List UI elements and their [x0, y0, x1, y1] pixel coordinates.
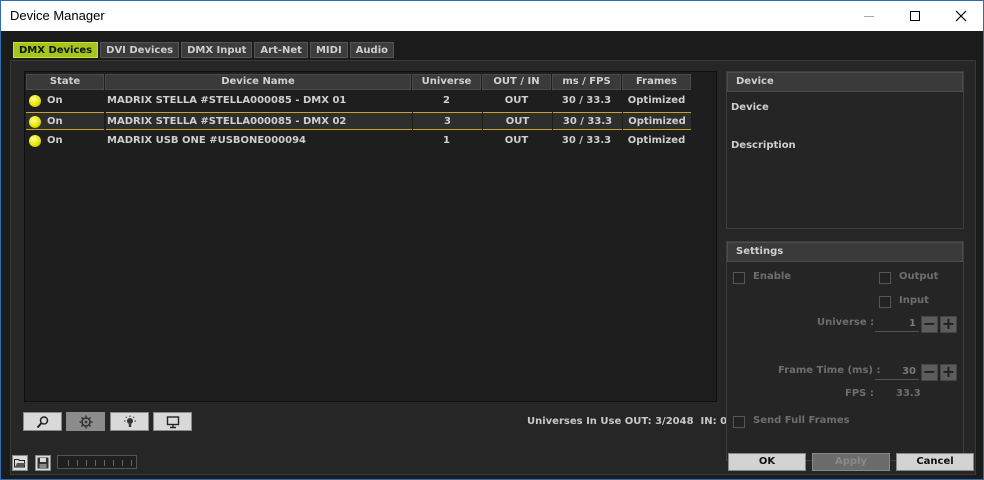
frame-time-label: Frame Time (ms) :: [778, 365, 881, 376]
header-out-in[interactable]: OUT / IN: [482, 74, 551, 90]
header-frames[interactable]: Frames: [622, 74, 691, 90]
folder-open-icon: [14, 459, 26, 468]
out-in-cell: OUT: [504, 135, 529, 146]
ms-fps-cell: 30 / 33.3: [561, 95, 612, 106]
client-area: DMX Devices DVI Devices DMX Input Art-Ne…: [1, 31, 983, 479]
universe-decrement-button[interactable]: −: [921, 316, 938, 333]
device-info-panel: Device Device Description: [726, 71, 964, 229]
device-manager-window: Device Manager DMX Devices DVI Devices D…: [0, 0, 984, 480]
status-led-icon: [29, 135, 41, 147]
table-row[interactable]: On MADRIX USB ONE #USBONE000094 1 OUT 30…: [26, 132, 691, 150]
universe-cell: 3: [413, 112, 482, 130]
minimize-icon: [864, 15, 874, 17]
search-button[interactable]: [23, 412, 62, 431]
send-full-frames-label: Send Full Frames: [753, 415, 850, 426]
output-checkbox[interactable]: [879, 272, 891, 284]
device-panel-title: Device: [727, 72, 963, 92]
slider-tick: [95, 460, 96, 466]
dmx-devices-panel: State Device Name Universe OUT / IN ms /…: [10, 60, 976, 475]
status-led-icon: [29, 95, 41, 107]
close-icon: [955, 10, 967, 22]
input-label: Input: [899, 295, 929, 306]
device-name-cell: MADRIX STELLA #STELLA000085 - DMX 02: [106, 112, 412, 130]
header-state[interactable]: State: [26, 74, 104, 90]
out-in-cell: OUT: [504, 95, 529, 106]
slider-tick: [68, 460, 69, 466]
universes-status: Universes In Use OUT: 3/2048 IN: 0: [527, 416, 728, 427]
settings-button[interactable]: [66, 412, 105, 431]
universe-label: Universe :: [817, 317, 875, 328]
gear-icon: [79, 415, 92, 428]
state-cell: On: [47, 95, 63, 106]
frames-cell: Optimized: [627, 95, 686, 106]
universe-cell: 1: [443, 135, 450, 146]
universe-increment-button[interactable]: +: [940, 316, 957, 333]
tab-midi[interactable]: MIDI: [309, 42, 348, 58]
input-checkbox[interactable]: [879, 296, 891, 308]
slider-tick: [77, 460, 78, 466]
tab-art-net[interactable]: Art-Net: [254, 42, 308, 58]
maximize-button[interactable]: [892, 1, 938, 31]
enable-label: Enable: [753, 271, 792, 282]
search-icon: [36, 415, 48, 428]
frames-cell: Optimized: [623, 112, 691, 130]
table-row[interactable]: On MADRIX STELLA #STELLA000085 - DMX 01 …: [26, 92, 691, 110]
title-bar: Device Manager: [1, 1, 983, 31]
window-title: Device Manager: [10, 8, 105, 23]
tab-audio[interactable]: Audio: [349, 42, 394, 58]
save-icon: [37, 457, 49, 469]
lightbulb-icon: [123, 415, 136, 427]
ms-fps-cell: 30 / 33.3: [561, 135, 612, 146]
device-name-cell: MADRIX STELLA #STELLA000085 - DMX 01: [107, 95, 347, 106]
open-button[interactable]: [12, 455, 28, 471]
close-button[interactable]: [938, 1, 984, 31]
save-button[interactable]: [35, 455, 51, 471]
slider-tick: [86, 460, 87, 466]
fps-value: 33.3: [896, 388, 921, 399]
cancel-button[interactable]: Cancel: [896, 453, 974, 471]
maximize-icon: [910, 11, 920, 21]
tab-bar: DMX Devices DVI Devices DMX Input Art-Ne…: [13, 42, 394, 58]
table-row-selected[interactable]: On MADRIX STELLA #STELLA000085 - DMX 02 …: [26, 112, 691, 130]
frame-time-input[interactable]: 30: [875, 364, 919, 380]
device-label: Device: [731, 102, 769, 113]
description-label: Description: [731, 140, 796, 151]
settings-panel-title: Settings: [727, 242, 963, 262]
ok-button[interactable]: OK: [728, 453, 806, 471]
out-in-cell: OUT: [483, 112, 552, 130]
slider-tick: [113, 460, 114, 466]
ms-fps-cell: 30 / 33.3: [553, 112, 622, 130]
universe-cell: 2: [443, 95, 450, 106]
device-name-cell: MADRIX USB ONE #USBONE000094: [107, 135, 306, 146]
identify-button[interactable]: [110, 412, 149, 431]
slider-tick: [104, 460, 105, 466]
settings-panel: Settings Enable Output Input Universe : …: [726, 241, 964, 461]
fps-label: FPS :: [845, 388, 874, 399]
status-led-icon: [29, 116, 41, 128]
monitor-icon: [166, 415, 179, 428]
slider-tick: [122, 460, 123, 466]
tab-dvi-devices[interactable]: DVI Devices: [100, 42, 180, 58]
header-ms-fps[interactable]: ms / FPS: [552, 74, 621, 90]
frame-time-increment-button[interactable]: +: [940, 364, 957, 381]
apply-button[interactable]: Apply: [812, 453, 890, 471]
state-cell: On: [47, 116, 63, 127]
tab-dmx-devices[interactable]: DMX Devices: [13, 42, 99, 58]
device-list[interactable]: State Device Name Universe OUT / IN ms /…: [24, 71, 717, 402]
minimize-button[interactable]: [846, 1, 892, 31]
zoom-slider[interactable]: [57, 455, 137, 469]
universe-input[interactable]: 1: [875, 316, 919, 332]
output-label: Output: [899, 271, 939, 282]
frames-cell: Optimized: [627, 135, 686, 146]
tab-dmx-input[interactable]: DMX Input: [181, 42, 253, 58]
enable-checkbox[interactable]: [733, 272, 745, 284]
slider-tick: [131, 460, 132, 466]
send-full-frames-checkbox[interactable]: [733, 416, 745, 428]
header-device-name[interactable]: Device Name: [105, 74, 411, 90]
state-cell: On: [47, 135, 63, 146]
header-universe[interactable]: Universe: [412, 74, 481, 90]
frame-time-decrement-button[interactable]: −: [921, 364, 938, 381]
monitor-button[interactable]: [153, 412, 192, 431]
